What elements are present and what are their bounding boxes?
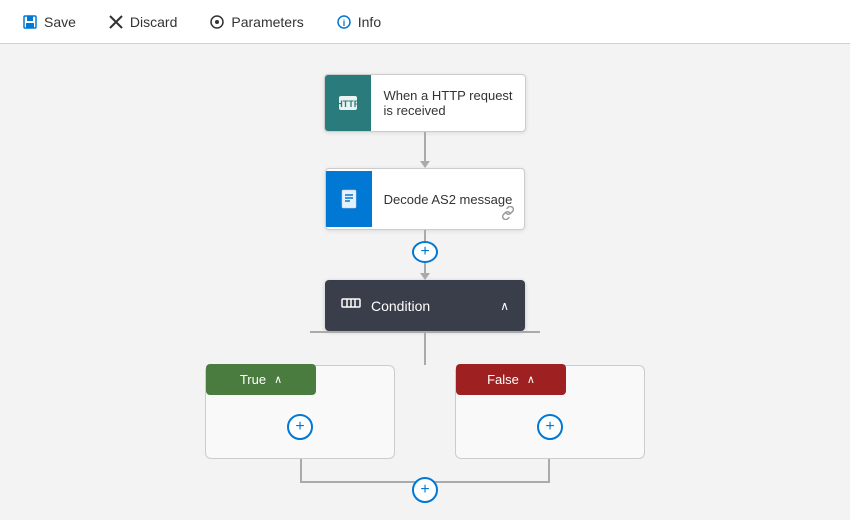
svg-text:HTTP: HTTP [337, 99, 361, 109]
connector-line-2a [424, 230, 426, 241]
false-label: False [487, 372, 519, 387]
false-vline-bottom [548, 459, 550, 481]
info-label: Info [358, 14, 381, 30]
http-request-icon: HTTP [325, 75, 371, 131]
false-branch: False ∧ + [455, 365, 645, 459]
add-false-step-button[interactable]: + [537, 414, 563, 440]
link-icon [500, 206, 516, 223]
condition-node[interactable]: Condition ∧ [325, 280, 525, 331]
false-chevron-icon: ∧ [527, 373, 535, 386]
discard-button[interactable]: Discard [102, 10, 183, 34]
true-branch-box: True ∧ + [205, 365, 395, 459]
arrow-2 [420, 273, 430, 280]
false-branch-box: False ∧ + [455, 365, 645, 459]
add-after-condition-button[interactable]: + [412, 477, 438, 503]
false-branch-header[interactable]: False ∧ [456, 364, 566, 395]
connector-line-1 [424, 132, 426, 161]
save-button[interactable]: Save [16, 10, 82, 34]
save-label: Save [44, 14, 76, 30]
svg-text:i: i [342, 18, 345, 28]
connector-line-2b [424, 263, 426, 273]
save-icon [22, 14, 38, 30]
add-step-button-1[interactable]: + [412, 241, 438, 263]
http-request-label: When a HTTP request is received [371, 80, 524, 126]
parameters-label: Parameters [231, 14, 303, 30]
condition-chevron-icon: ∧ [500, 299, 509, 313]
condition-icon [341, 294, 361, 317]
info-button[interactable]: i Info [330, 10, 387, 34]
arrow-1 [420, 161, 430, 168]
info-icon: i [336, 14, 352, 30]
decode-as2-icon [326, 171, 372, 227]
flow-canvas: HTTP When a HTTP request is received Dec… [0, 44, 850, 520]
true-chevron-icon: ∧ [274, 373, 282, 386]
parameters-icon [209, 14, 225, 30]
true-branch-content: + [271, 396, 329, 458]
condition-vline [424, 331, 426, 365]
http-request-node[interactable]: HTTP When a HTTP request is received [324, 74, 525, 132]
condition-label: Condition [371, 298, 490, 314]
false-branch-content: + [521, 396, 579, 458]
decode-as2-node[interactable]: Decode AS2 message [325, 168, 526, 230]
discard-icon [108, 14, 124, 30]
true-vline-bottom [300, 459, 302, 481]
parameters-button[interactable]: Parameters [203, 10, 309, 34]
toolbar: Save Discard Parameters i Info [0, 0, 850, 44]
add-true-step-button[interactable]: + [287, 414, 313, 440]
true-branch-header[interactable]: True ∧ [206, 364, 316, 395]
true-label: True [240, 372, 266, 387]
true-branch: True ∧ + [205, 365, 395, 459]
discard-label: Discard [130, 14, 177, 30]
branch-hline [310, 331, 540, 333]
